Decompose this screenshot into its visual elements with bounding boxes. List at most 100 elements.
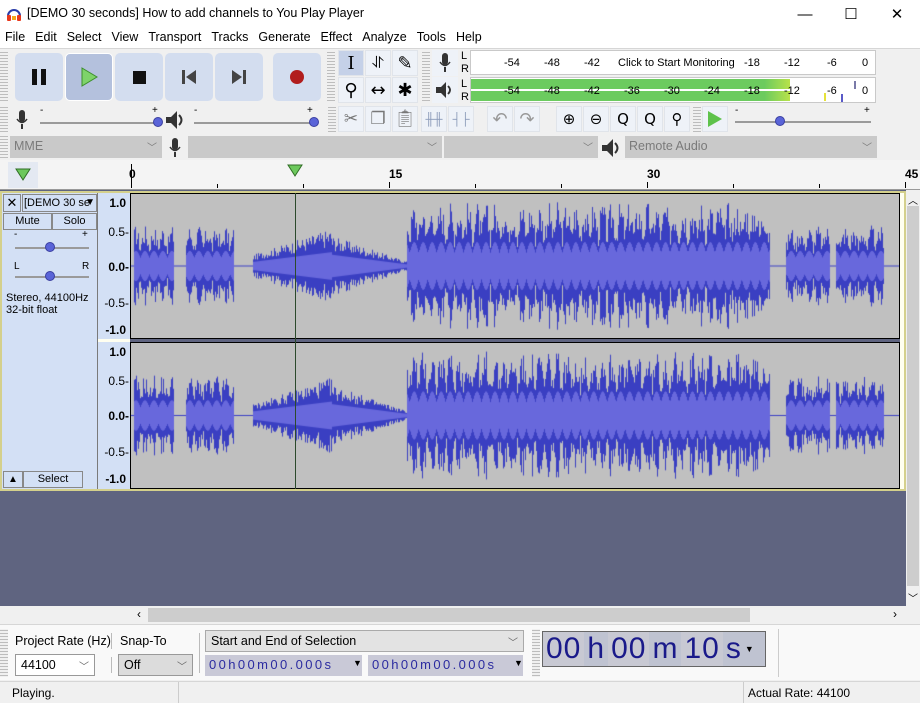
audio-position-display[interactable]: 00 h 00 m 10 s ▼: [542, 631, 766, 667]
start-time-format-dropdown-icon[interactable]: ▼: [353, 658, 362, 668]
selection-tool-button[interactable]: I: [338, 50, 364, 76]
undo-button[interactable]: ↶: [487, 106, 513, 132]
playback-device-select[interactable]: Remote Audio ﹀: [625, 136, 877, 158]
menu-select[interactable]: Select: [62, 28, 107, 48]
minimize-button[interactable]: —: [782, 0, 828, 28]
menu-file[interactable]: File: [0, 28, 30, 48]
menu-generate[interactable]: Generate: [253, 28, 315, 48]
select-track-button[interactable]: Select: [23, 471, 83, 488]
paste-button[interactable]: 📋︎: [392, 106, 418, 132]
play-at-speed-grip[interactable]: [693, 106, 701, 132]
collapse-track-button[interactable]: ▲: [3, 471, 23, 488]
playback-volume-slider[interactable]: [194, 122, 314, 124]
waveform-left-channel[interactable]: [130, 193, 900, 339]
vertical-scale-right-channel[interactable]: 1.0 0.5- 0.0- -0.5- -1.0: [98, 342, 130, 489]
close-button[interactable]: ✕: [874, 0, 920, 28]
zoom-in-button[interactable]: ⊕: [556, 106, 582, 132]
track-name-menu[interactable]: [DEMO 30 se ▼: [22, 194, 97, 212]
time-toolbar-grip[interactable]: [532, 629, 540, 677]
meter-toolbar-grip[interactable]: [422, 51, 430, 103]
mute-button[interactable]: Mute: [3, 213, 52, 230]
playback-speed-slider[interactable]: [735, 121, 871, 123]
playback-volume-thumb[interactable]: [309, 117, 319, 127]
record-meter[interactable]: -54 -48 -42 -18 -12 -6 0 Click to Start Monito…: [470, 50, 876, 75]
zoom-tool-button[interactable]: ⚲: [338, 77, 364, 103]
scroll-left-arrow-icon[interactable]: ‹: [137, 607, 141, 621]
end-time-format-dropdown-icon[interactable]: ▼: [514, 658, 523, 668]
meter-tick-label: -12: [784, 85, 800, 97]
playback-meter-r-label: R: [461, 91, 469, 103]
play-at-speed-button[interactable]: [702, 106, 728, 132]
maximize-button[interactable]: ☐: [828, 0, 874, 28]
redo-button[interactable]: ↷: [514, 106, 540, 132]
menu-tools[interactable]: Tools: [412, 28, 451, 48]
recording-device-select[interactable]: ﹀: [188, 136, 442, 158]
solo-button[interactable]: Solo: [52, 213, 97, 230]
recording-channels-select[interactable]: ﹀: [444, 136, 598, 158]
zoom-out-button[interactable]: ⊖: [583, 106, 609, 132]
draw-tool-button[interactable]: ✎: [392, 50, 418, 76]
scroll-up-arrow-icon[interactable]: ︿: [908, 192, 918, 207]
playback-speed-thumb[interactable]: [775, 116, 785, 126]
project-rate-select[interactable]: 44100 ﹀: [15, 654, 95, 676]
menu-view[interactable]: View: [106, 28, 143, 48]
edit-toolbar-grip[interactable]: [328, 106, 336, 132]
transport-toolbar-grip[interactable]: [0, 51, 8, 103]
zoom-toggle-button[interactable]: ⚲: [664, 106, 690, 132]
stop-button[interactable]: [115, 53, 163, 101]
recording-volume-thumb[interactable]: [153, 117, 163, 127]
menu-transport[interactable]: Transport: [143, 28, 206, 48]
silence-button[interactable]: ┤├: [448, 106, 474, 132]
copy-button[interactable]: ❐: [365, 106, 391, 132]
envelope-tool-button[interactable]: ⥯: [365, 50, 391, 76]
waveform-right-channel[interactable]: [130, 342, 900, 489]
tools-toolbar-grip[interactable]: [327, 51, 335, 103]
horizontal-scrollbar[interactable]: ‹ ›: [0, 606, 920, 624]
selection-mode-select[interactable]: Start and End of Selection ﹀: [205, 630, 524, 652]
track-close-button[interactable]: ✕: [3, 194, 21, 212]
playback-meter[interactable]: -54 -48 -42 -36 -30 -24 -18 -12 -6 0: [470, 77, 876, 103]
scroll-right-arrow-icon[interactable]: ›: [893, 607, 897, 621]
mixer-toolbar-grip[interactable]: [0, 106, 8, 132]
audio-host-select[interactable]: MME ﹀: [10, 136, 162, 158]
pause-button[interactable]: [15, 53, 63, 101]
skip-to-end-button[interactable]: [215, 53, 263, 101]
menu-edit[interactable]: Edit: [30, 28, 62, 48]
multi-tool-button[interactable]: ✱: [392, 77, 418, 103]
recording-volume-slider[interactable]: [40, 122, 158, 124]
playback-meter-button[interactable]: [432, 77, 458, 103]
time-shift-tool-button[interactable]: ↔: [365, 77, 391, 103]
menu-tracks[interactable]: Tracks: [206, 28, 253, 48]
start-monitoring-prompt[interactable]: Click to Start Monitoring: [615, 57, 738, 69]
playhead-marker-icon[interactable]: [287, 164, 303, 178]
play-button[interactable]: [65, 53, 113, 101]
vertical-scroll-thumb[interactable]: [907, 206, 919, 586]
vertical-scale-left-channel[interactable]: 1.0 0.5- 0.0- -0.5- -1.0: [98, 193, 130, 339]
selection-start-time[interactable]: 00h00m00.000s: [205, 655, 362, 676]
track-control-panel[interactable]: ✕ [DEMO 30 se ▼ Mute Solo - + L R Stereo,…: [2, 193, 98, 489]
record-meter-button[interactable]: [432, 50, 458, 76]
actual-rate: Actual Rate: 44100: [748, 686, 851, 700]
record-button[interactable]: [273, 53, 321, 101]
menu-effect[interactable]: Effect: [316, 28, 358, 48]
timeline-ruler[interactable]: 0 15 30 45: [0, 160, 920, 190]
paste-icon: 📋︎: [394, 109, 416, 129]
fit-selection-button[interactable]: Q: [610, 106, 636, 132]
gain-slider-thumb[interactable]: [45, 242, 55, 252]
cut-button[interactable]: ✂: [338, 106, 364, 132]
horizontal-scroll-thumb[interactable]: [148, 608, 750, 622]
menu-help[interactable]: Help: [451, 28, 487, 48]
skip-to-start-button[interactable]: [165, 53, 213, 101]
fit-project-button[interactable]: Q: [637, 106, 663, 132]
pin-playhead-button[interactable]: [8, 162, 38, 188]
device-toolbar-grip[interactable]: [0, 135, 8, 159]
selection-end-time[interactable]: 00h00m00.000s: [368, 655, 523, 676]
menu-analyze[interactable]: Analyze: [357, 28, 411, 48]
trim-button[interactable]: ╫╫: [421, 106, 447, 132]
scroll-down-arrow-icon[interactable]: ﹀: [908, 590, 918, 605]
pan-slider-thumb[interactable]: [45, 271, 55, 281]
selection-toolbar-grip[interactable]: [0, 629, 8, 677]
vertical-scrollbar[interactable]: ︿ ﹀: [906, 190, 920, 606]
snap-to-select[interactable]: Off ﹀: [118, 654, 193, 676]
time-format-dropdown-icon[interactable]: ▼: [745, 644, 755, 654]
